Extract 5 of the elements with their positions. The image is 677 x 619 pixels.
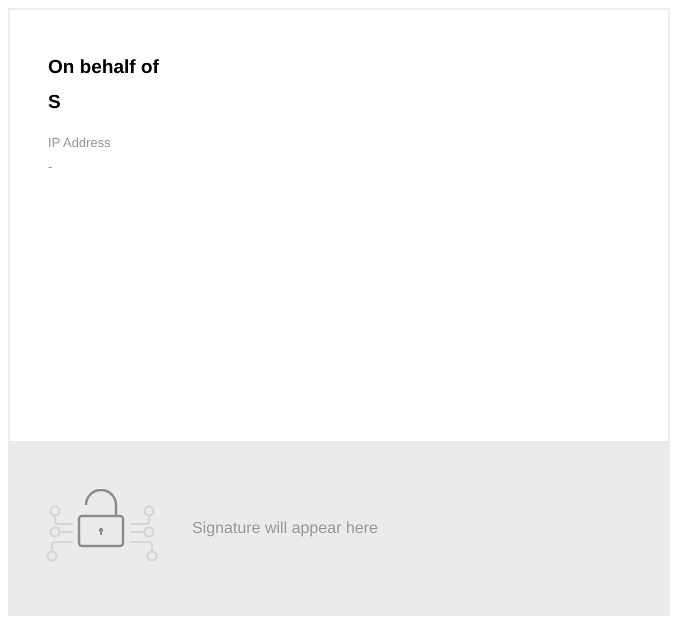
signer-name: On behalf of <box>48 56 160 80</box>
field-label: IP Address <box>48 134 112 152</box>
signer-name: S <box>48 91 62 115</box>
signature-placeholder-text: Signature will appear here <box>192 520 378 538</box>
field-value: - <box>48 158 54 176</box>
